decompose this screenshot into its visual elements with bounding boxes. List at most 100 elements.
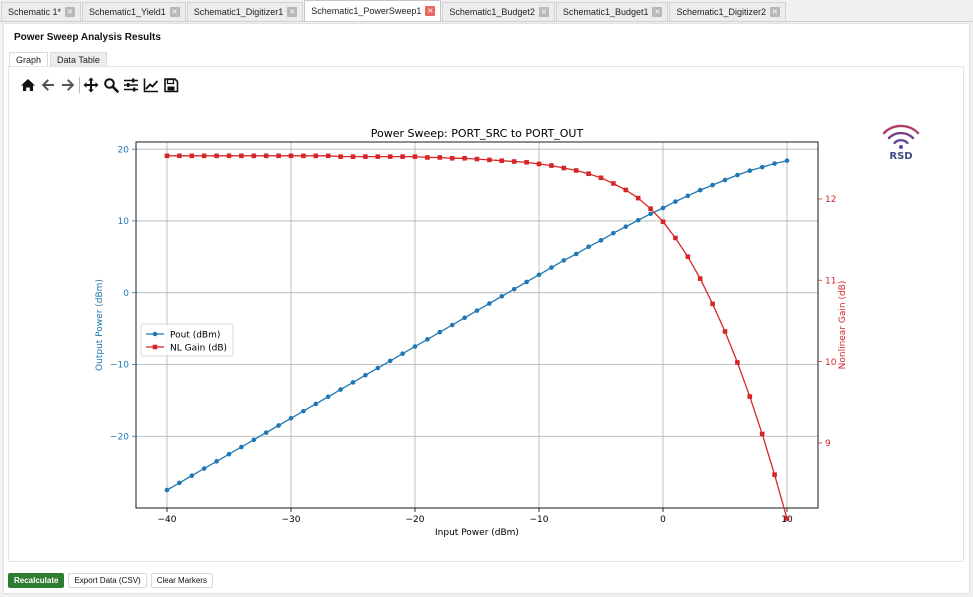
nl-gain-point <box>549 163 554 168</box>
nl-gain-point <box>697 276 703 281</box>
y-axis-label: Output Power (dBm) <box>95 279 105 371</box>
nl-gain-point <box>276 153 281 159</box>
power-sweep-chart[interactable]: −40−30−20−10010−20−10010209101112Power S… <box>9 67 965 563</box>
pout-point <box>511 286 517 292</box>
document-tab[interactable]: Schematic1_Digitizer2 × <box>669 2 787 21</box>
nl-gain-point <box>573 168 579 173</box>
pout-point <box>685 193 691 199</box>
results-panel: Power Sweep Analysis Results Graph Data … <box>3 23 970 594</box>
pout-point <box>536 272 542 278</box>
pout-point <box>425 337 430 342</box>
nl-gain-point <box>772 472 777 477</box>
nl-gain-point <box>177 153 182 159</box>
document-tab[interactable]: Schematic 1* × <box>1 2 82 21</box>
document-tab[interactable]: Schematic1_PowerSweep1 × <box>304 0 442 21</box>
pout-point <box>697 187 703 193</box>
nl-gain-point <box>164 153 170 159</box>
nl-gain-point <box>660 219 666 225</box>
export-csv-button[interactable]: Export Data (CSV) <box>68 572 147 588</box>
nl-gain-point <box>214 153 219 159</box>
pout-point <box>648 211 653 217</box>
pout-point <box>288 415 294 421</box>
nl-gain-point <box>735 360 740 365</box>
close-icon[interactable]: × <box>425 6 436 16</box>
close-icon[interactable]: × <box>287 7 298 17</box>
nl-gain-point <box>201 153 207 159</box>
nl-gain-point <box>673 235 678 241</box>
logo-text: RSD <box>889 151 913 162</box>
pout-point <box>313 401 319 407</box>
nl-gain-point <box>363 154 368 159</box>
pout-point <box>586 244 591 250</box>
home-icon[interactable] <box>18 75 38 95</box>
nl-gain-point <box>536 161 542 167</box>
pout-point <box>784 158 790 163</box>
close-icon[interactable]: × <box>65 7 76 17</box>
nl-gain-point <box>375 154 381 159</box>
pout-point <box>549 265 554 270</box>
nl-gain-point <box>251 153 257 159</box>
nl-gain-point <box>499 158 505 164</box>
nl-gain-point <box>586 171 591 177</box>
legend-label: Pout (dBm) <box>170 330 220 340</box>
y2-tick-label: 12 <box>825 195 836 205</box>
pout-point <box>747 168 753 174</box>
zoom-icon[interactable] <box>101 75 121 95</box>
close-icon[interactable]: × <box>538 7 549 17</box>
y2-tick-label: 10 <box>825 358 837 368</box>
x-tick-label: −30 <box>282 515 301 525</box>
nl-gain-point <box>263 153 269 159</box>
document-tab[interactable]: Schematic1_Budget2 × <box>442 2 555 21</box>
pout-point <box>524 279 529 285</box>
forward-arrow-icon[interactable] <box>58 75 78 95</box>
recalculate-button[interactable]: Recalculate <box>8 572 65 588</box>
toolbar-separator <box>79 77 80 93</box>
pout-point <box>201 466 207 471</box>
plot-toolbar <box>18 75 181 95</box>
pout-point <box>301 408 306 414</box>
chart-title: Power Sweep: PORT_SRC to PORT_OUT <box>371 127 584 140</box>
nl-gain-point <box>524 160 529 165</box>
nl-gain-point <box>412 154 418 159</box>
pout-point <box>710 182 715 188</box>
edit-axis-icon[interactable] <box>141 75 161 95</box>
close-icon[interactable]: × <box>770 7 781 17</box>
page-title: Power Sweep Analysis Results <box>14 32 161 43</box>
graph-area: −40−30−20−10010−20−10010209101112Power S… <box>8 66 964 562</box>
y2-tick-label: 9 <box>825 439 831 449</box>
configure-subplots-icon[interactable] <box>121 75 141 95</box>
nl-gain-point <box>722 329 728 334</box>
document-tab-label: Schematic 1* <box>8 7 62 17</box>
nl-gain-point <box>226 153 232 159</box>
nl-gain-point <box>449 155 455 161</box>
pout-point <box>499 293 505 299</box>
back-arrow-icon[interactable] <box>38 75 58 95</box>
y-tick-label: 20 <box>118 145 130 155</box>
pout-point <box>400 351 405 357</box>
pout-point <box>573 251 579 257</box>
nl-gain-point <box>387 154 393 159</box>
pan-icon[interactable] <box>81 75 101 95</box>
close-icon[interactable]: × <box>169 7 180 17</box>
pout-point <box>462 315 467 321</box>
clear-markers-button[interactable]: Clear Markers <box>150 572 213 588</box>
x-axis-label: Input Power (dBm) <box>435 528 519 538</box>
pout-point <box>239 444 244 450</box>
save-icon[interactable] <box>161 75 181 95</box>
pout-point <box>412 344 418 349</box>
document-tab[interactable]: Schematic1_Digitizer1 × <box>186 2 304 21</box>
x-tick-label: −20 <box>406 515 425 525</box>
pout-point <box>325 394 331 400</box>
nl-gain-point <box>747 394 753 399</box>
document-tab[interactable]: Schematic1_Budget1 × <box>555 2 669 21</box>
legend-marker <box>152 331 158 337</box>
y-tick-label: −10 <box>110 361 129 371</box>
nl-gain-point <box>350 154 356 159</box>
plot-frame <box>135 141 819 509</box>
pout-point <box>735 172 740 178</box>
nl-gain-point <box>759 431 765 437</box>
pout-point <box>350 380 356 385</box>
document-tab[interactable]: Schematic1_Yield1 × <box>82 2 186 21</box>
close-icon[interactable]: × <box>652 7 663 17</box>
pout-point <box>474 308 480 313</box>
